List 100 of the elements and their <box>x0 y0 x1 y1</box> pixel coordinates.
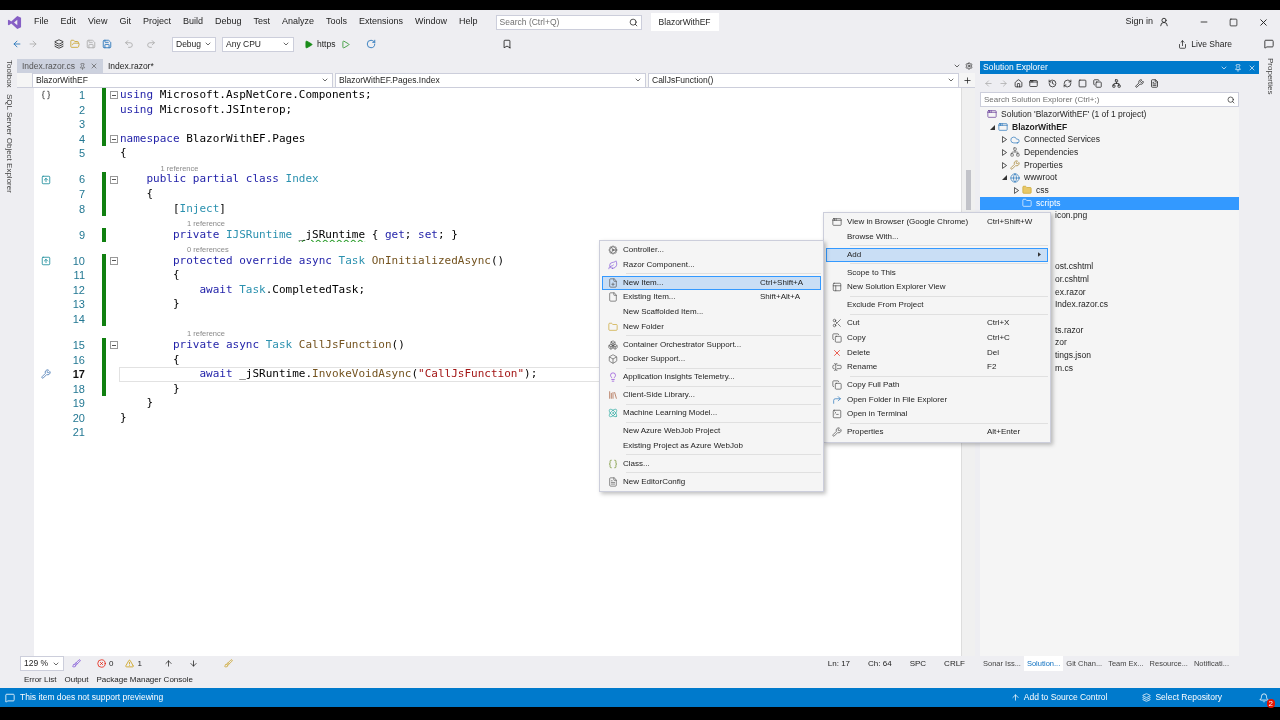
menu-bar-item[interactable]: Help <box>453 15 484 29</box>
side-tab[interactable]: SQL Server Object Explorer <box>2 93 15 193</box>
source-control-button[interactable]: Add to Source Control <box>1010 691 1108 704</box>
error-count[interactable]: 0 <box>97 657 114 670</box>
menu-bar-item[interactable]: Analyze <box>276 15 320 29</box>
menu-item[interactable]: Application Insights Telemetry... <box>602 369 821 385</box>
tree-item[interactable]: ex.razor <box>1055 285 1086 299</box>
menu-bar-item[interactable]: Build <box>176 15 209 29</box>
tree-item[interactable]: Index.razor.cs <box>1055 298 1108 312</box>
menu-item[interactable]: Cut Ctrl+X <box>826 316 1048 331</box>
menu-item[interactable]: Properties Alt+Enter <box>826 425 1048 440</box>
menu-bar-item[interactable]: Edit <box>54 15 83 29</box>
down-arrow-icon[interactable] <box>188 659 198 668</box>
live-share-button[interactable]: Live Share <box>1178 37 1232 51</box>
wrench-icon[interactable] <box>40 369 51 380</box>
run-button[interactable]: https <box>304 37 336 51</box>
home-icon[interactable] <box>1014 78 1023 88</box>
sign-in-link[interactable]: Sign in <box>1125 15 1153 29</box>
network-icon[interactable] <box>1112 78 1121 88</box>
up-arrow-icon[interactable] <box>163 659 173 668</box>
menu-item[interactable]: Existing Item... Shift+Alt+A <box>602 290 821 305</box>
menu-bar-item[interactable]: Git <box>113 15 137 29</box>
menu-item[interactable]: Open in Terminal <box>826 407 1048 422</box>
warning-count[interactable]: 1 <box>125 657 142 670</box>
save-all-icon[interactable] <box>102 39 112 49</box>
menu-bar-item[interactable]: Project <box>136 15 177 29</box>
layers-icon[interactable] <box>54 39 64 49</box>
tool-tab[interactable]: Output <box>60 673 93 686</box>
menu-bar-item[interactable]: Debug <box>208 15 248 29</box>
tree-item[interactable]: css <box>980 184 1239 197</box>
menu-item[interactable]: New EditorConfig <box>602 474 821 490</box>
menu-item[interactable]: Open Folder in File Explorer <box>826 392 1048 408</box>
menu-item[interactable]: Controller... <box>602 243 821 258</box>
bookmark-icon[interactable] <box>502 39 513 49</box>
whitespace-mode[interactable]: SPC <box>909 657 927 670</box>
collapsed-arrow-icon[interactable] <box>1002 161 1007 169</box>
document-tab[interactable]: Index.razor* <box>102 59 159 73</box>
menu-item[interactable]: View in Browser (Google Chrome) Ctrl+Shift+W <box>826 215 1048 230</box>
fold-toggle[interactable] <box>110 135 118 144</box>
window-icon[interactable] <box>1029 78 1038 88</box>
tree-item[interactable]: Dependencies <box>980 146 1239 159</box>
tree-item[interactable]: Properties <box>980 158 1239 172</box>
member-dropdown[interactable]: CallJsFunction() <box>648 72 959 88</box>
preview-icon[interactable] <box>1150 78 1159 88</box>
tree-item[interactable]: m.cs <box>1055 361 1073 375</box>
menu-item[interactable]: Docker Support... <box>602 351 821 367</box>
side-tab[interactable]: Properties <box>1263 58 1276 95</box>
configuration-dropdown[interactable]: Debug <box>172 36 216 52</box>
fold-toggle[interactable] <box>110 341 118 350</box>
menu-item[interactable]: Container Orchestrator Support... <box>602 337 821 352</box>
tool-tab[interactable]: Error List <box>20 673 61 686</box>
tool-tab[interactable]: Package Manager Console <box>92 673 197 686</box>
brush-icon[interactable] <box>72 659 81 668</box>
menu-item[interactable]: New Scaffolded Item... <box>602 304 821 320</box>
settings-icon[interactable] <box>965 62 973 70</box>
tree-item[interactable]: ost.cshtml <box>1055 260 1094 273</box>
fold-toggle[interactable] <box>110 91 118 100</box>
collapsed-arrow-icon[interactable] <box>1014 186 1019 194</box>
braces-icon[interactable] <box>40 90 51 101</box>
tree-item[interactable]: icon.png <box>1055 209 1088 223</box>
wrench-icon[interactable] <box>1135 78 1144 88</box>
menu-item[interactable]: New Folder <box>602 319 821 334</box>
menu-item[interactable]: Rename F2 <box>826 359 1048 375</box>
search-field[interactable]: Search (Ctrl+Q) <box>495 14 642 30</box>
zoom-dropdown[interactable]: 129 % <box>20 656 64 671</box>
menu-item[interactable]: Machine Learning Model... <box>602 405 821 421</box>
menu-item[interactable]: Browse With... <box>826 229 1048 245</box>
copy-icon[interactable] <box>1093 78 1102 88</box>
person-icon[interactable] <box>1159 17 1169 27</box>
menu-item[interactable]: Class... <box>602 456 821 472</box>
tree-item[interactable]: Connected Services <box>980 133 1239 147</box>
bell-icon[interactable] <box>1259 692 1269 703</box>
tree-item[interactable]: zor <box>1055 336 1067 350</box>
collapsed-arrow-icon[interactable] <box>1002 136 1007 144</box>
menu-item[interactable]: Razor Component... <box>602 257 821 273</box>
fold-toggle[interactable] <box>110 175 118 184</box>
split-icon[interactable] <box>963 75 972 85</box>
pin-icon[interactable] <box>1234 63 1242 72</box>
tree-item[interactable]: Solution 'BlazorWithEF' (1 of 1 project) <box>980 108 1239 121</box>
restore-icon[interactable] <box>1229 17 1238 27</box>
menu-bar-item[interactable]: File <box>28 15 55 29</box>
menu-bar-item[interactable]: View <box>82 15 114 29</box>
menu-item[interactable]: Delete Del <box>826 345 1048 360</box>
collapse-icon[interactable] <box>1078 78 1087 88</box>
tree-item[interactable]: or.cshtml <box>1055 272 1089 286</box>
menu-item[interactable]: Exclude From Project <box>826 298 1048 313</box>
menu-item[interactable]: Scope to This <box>826 265 1048 281</box>
fold-toggle[interactable] <box>110 256 118 265</box>
history-icon[interactable] <box>1048 78 1057 88</box>
project-dropdown[interactable]: BlazorWithEF <box>32 72 333 88</box>
feedback-icon[interactable] <box>1264 39 1274 49</box>
menu-item[interactable]: New Item... Ctrl+Shift+A <box>602 275 821 291</box>
refresh-icon[interactable] <box>366 39 377 49</box>
tree-item[interactable]: ts.razor <box>1055 323 1084 337</box>
platform-dropdown[interactable]: Any CPU <box>222 36 294 52</box>
menu-item[interactable]: New Azure WebJob Project <box>602 423 821 439</box>
menu-bar-item[interactable]: Test <box>247 15 276 29</box>
menu-item[interactable]: Copy Ctrl+C <box>826 330 1048 346</box>
menu-item[interactable]: Copy Full Path <box>826 377 1048 393</box>
tree-item[interactable]: wwwroot <box>980 171 1239 185</box>
